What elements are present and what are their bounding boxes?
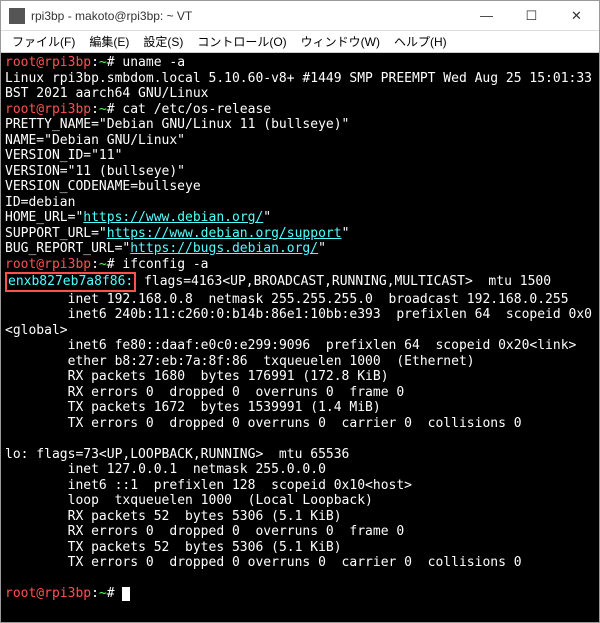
cmd-uname: uname -a [122, 55, 185, 70]
prompt-user: root@rpi3bp [5, 55, 91, 70]
prompt-user: root@rpi3bp [5, 257, 91, 272]
if2-rxp: RX packets 52 bytes 5306 (5.1 KiB) [5, 509, 342, 524]
menu-help[interactable]: ヘルプ(H) [387, 31, 454, 52]
bug-url-pre: BUG_REPORT_URL=" [5, 241, 130, 256]
if1-inet6a: inet6 240b:11:c260:0:b14b:86e1:10bb:e393… [5, 307, 592, 338]
os-pretty: PRETTY_NAME="Debian GNU/Linux 11 (bullse… [5, 117, 349, 132]
support-url-link[interactable]: https://www.debian.org/support [107, 226, 342, 241]
prompt-hash: # [107, 55, 123, 70]
os-name: NAME="Debian GNU/Linux" [5, 133, 185, 148]
prompt-user: root@rpi3bp [5, 102, 91, 117]
bug-url-link[interactable]: https://bugs.debian.org/ [130, 241, 318, 256]
app-window: rpi3bp - makoto@rpi3bp: ~ VT — ☐ ✕ ファイル(… [0, 0, 600, 623]
output-uname: Linux rpi3bp.smbdom.local 5.10.60-v8+ #1… [5, 71, 599, 102]
if1-inet: inet 192.168.0.8 netmask 255.255.255.0 b… [5, 292, 569, 307]
menu-window[interactable]: ウィンドウ(W) [294, 31, 387, 52]
menu-edit[interactable]: 編集(E) [82, 31, 136, 52]
if1-rxp: RX packets 1680 bytes 176991 (172.8 KiB) [5, 369, 389, 384]
if1-ether: ether b8:27:eb:7a:8f:86 txqueuelen 1000 … [5, 354, 475, 369]
if2-inet: inet 127.0.0.1 netmask 255.0.0.0 [5, 462, 326, 477]
if1-txe: TX errors 0 dropped 0 overruns 0 carrier… [5, 416, 522, 431]
os-codename: VERSION_CODENAME=bullseye [5, 179, 201, 194]
menu-setup[interactable]: 設定(S) [136, 31, 190, 52]
cmd-ifconfig: ifconfig -a [122, 257, 208, 272]
os-version: VERSION="11 (bullseye)" [5, 164, 185, 179]
menu-control[interactable]: コントロール(O) [190, 31, 293, 52]
os-id: ID=debian [5, 195, 75, 210]
menubar: ファイル(F) 編集(E) 設定(S) コントロール(O) ウィンドウ(W) ヘ… [1, 31, 599, 53]
minimize-button[interactable]: — [464, 1, 509, 30]
if1-txp: TX packets 1672 bytes 1539991 (1.4 MiB) [5, 400, 381, 415]
support-url-pre: SUPPORT_URL=" [5, 226, 107, 241]
cmd-cat: cat /etc/os-release [122, 102, 271, 117]
if1-inet6b: inet6 fe80::daaf:e0c0:e299:9096 prefixle… [5, 338, 576, 353]
prompt-user: root@rpi3bp [5, 586, 91, 601]
if1-rxe: RX errors 0 dropped 0 overruns 0 frame 0 [5, 385, 404, 400]
terminal-output[interactable]: root@rpi3bp:~# uname -a Linux rpi3bp.smb… [1, 53, 599, 622]
if2-txp: TX packets 52 bytes 5306 (5.1 KiB) [5, 540, 342, 555]
home-url-link[interactable]: https://www.debian.org/ [83, 210, 263, 225]
if2-header: lo: flags=73<UP,LOOPBACK,RUNNING> mtu 65… [5, 447, 349, 462]
app-icon [9, 8, 25, 24]
window-title: rpi3bp - makoto@rpi3bp: ~ VT [31, 9, 464, 23]
if2-loop: loop txqueuelen 1000 (Local Loopback) [5, 493, 373, 508]
maximize-button[interactable]: ☐ [509, 1, 554, 30]
home-url-pre: HOME_URL=" [5, 210, 83, 225]
os-version-id: VERSION_ID="11" [5, 148, 122, 163]
if2-txe: TX errors 0 dropped 0 overruns 0 carrier… [5, 555, 522, 570]
if1-flags: flags=4163<UP,BROADCAST,RUNNING,MULTICAS… [136, 274, 551, 289]
close-button[interactable]: ✕ [554, 1, 599, 30]
window-controls: — ☐ ✕ [464, 1, 599, 30]
if2-rxe: RX errors 0 dropped 0 overruns 0 frame 0 [5, 524, 404, 539]
menu-file[interactable]: ファイル(F) [5, 31, 82, 52]
titlebar[interactable]: rpi3bp - makoto@rpi3bp: ~ VT — ☐ ✕ [1, 1, 599, 31]
prompt-sep: : [91, 55, 99, 70]
if2-inet6: inet6 ::1 prefixlen 128 scopeid 0x10<hos… [5, 478, 412, 493]
terminal-cursor [122, 587, 130, 601]
prompt-path: ~ [99, 55, 107, 70]
highlighted-interface-name: enxb827eb7a8f86: [5, 272, 136, 292]
